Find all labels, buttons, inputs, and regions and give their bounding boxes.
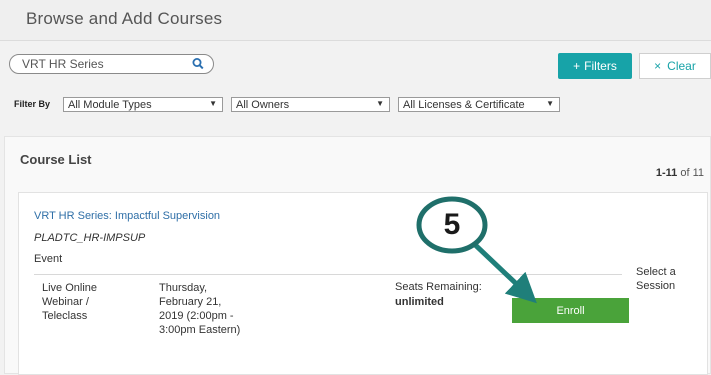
- license-value: All Licenses & Certificate: [403, 99, 525, 111]
- date-line: 3:00pm Eastern): [159, 324, 241, 336]
- chevron-down-icon: ▼: [209, 99, 217, 108]
- plus-icon: +: [573, 59, 581, 73]
- callout-number: 5: [443, 208, 461, 241]
- license-select[interactable]: All Licenses & Certificate ▼: [398, 97, 560, 112]
- owner-value: All Owners: [236, 99, 290, 111]
- course-card: VRT HR Series: Impactful Supervision PLA…: [18, 192, 708, 375]
- delivery-line: Teleclass: [42, 310, 88, 322]
- enroll-label: Enroll: [556, 304, 585, 317]
- chevron-down-icon: ▼: [546, 99, 554, 108]
- chevron-down-icon: ▼: [376, 99, 384, 108]
- module-type-select[interactable]: All Module Types ▼: [63, 97, 223, 112]
- page-title: Browse and Add Courses: [26, 9, 223, 28]
- course-list-title: Course List: [20, 152, 92, 167]
- clear-label: Clear: [667, 59, 696, 73]
- result-total: of 11: [680, 167, 704, 179]
- select-session-line: Select a: [636, 266, 676, 278]
- filters-label: Filters: [584, 59, 617, 73]
- session-date: Thursday, February 21, 2019 (2:00pm - 3:…: [159, 281, 289, 337]
- delivery-line: Live Online: [42, 282, 98, 294]
- course-type: Event: [34, 253, 63, 265]
- divider: [34, 274, 622, 275]
- search-input[interactable]: VRT HR Series: [9, 54, 214, 74]
- seats-remaining-label: Seats Remaining:: [395, 281, 482, 293]
- date-line: Thursday,: [159, 282, 208, 294]
- module-type-value: All Module Types: [68, 99, 152, 111]
- filters-button[interactable]: + Filters: [558, 53, 632, 79]
- search-icon[interactable]: [191, 57, 205, 71]
- page-header: Browse and Add Courses: [0, 0, 711, 41]
- clear-button[interactable]: × Clear: [639, 53, 711, 79]
- course-code: PLADTC_HR-IMPSUP: [34, 232, 146, 244]
- select-session-label: Select a Session: [636, 265, 696, 293]
- delivery-method: Live Online Webinar / Teleclass: [42, 281, 142, 323]
- result-range: 1-11: [655, 167, 678, 179]
- close-icon: ×: [654, 59, 662, 73]
- course-title-link[interactable]: VRT HR Series: Impactful Supervision: [34, 210, 220, 222]
- date-line: February 21,: [159, 296, 222, 308]
- filter-by-label: Filter By: [14, 99, 51, 109]
- seats-remaining-value: unlimited: [395, 296, 444, 308]
- owner-select[interactable]: All Owners ▼: [231, 97, 390, 112]
- result-count: 1-11 of 11: [656, 167, 704, 179]
- date-line: 2019 (2:00pm -: [159, 310, 234, 322]
- course-list-panel: Course List 1-11 of 11 VRT HR Series: Im…: [4, 136, 711, 375]
- delivery-line: Webinar /: [42, 296, 89, 308]
- search-value: VRT HR Series: [22, 57, 104, 71]
- enroll-button[interactable]: Enroll: [512, 298, 629, 323]
- select-session-line: Session: [636, 280, 676, 292]
